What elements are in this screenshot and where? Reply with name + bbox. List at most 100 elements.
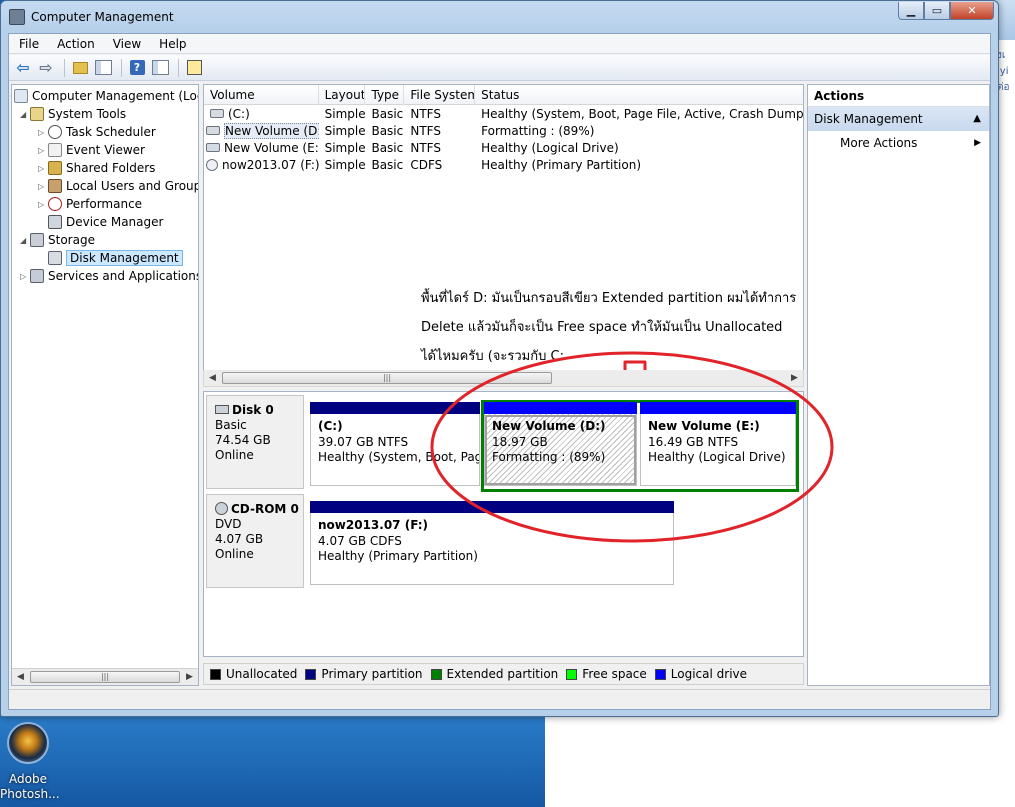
cd-rom-0-label[interactable]: CD-ROM 0 DVD 4.07 GB Online bbox=[206, 494, 304, 588]
partition-e[interactable]: New Volume (E:) 16.49 GB NTFS Healthy (L… bbox=[640, 402, 796, 486]
disk-size: 74.54 GB bbox=[215, 433, 271, 447]
forward-arrow-icon: ⇨ bbox=[39, 58, 53, 77]
tree-item-performance[interactable]: ▷ Performance bbox=[38, 195, 142, 213]
collapsed-arrow-icon[interactable]: ▷ bbox=[38, 196, 48, 214]
up-folder-button[interactable] bbox=[70, 58, 90, 78]
collapsed-arrow-icon[interactable]: ▷ bbox=[38, 124, 48, 142]
minimize-button[interactable]: ▁ bbox=[898, 2, 924, 20]
show-hide-tree-button[interactable] bbox=[93, 58, 113, 78]
expanded-arrow-icon[interactable]: ◢ bbox=[20, 232, 30, 250]
tree-item-computer-management[interactable]: Computer Management (Local bbox=[14, 87, 198, 105]
partition-c[interactable]: (C:) 39.07 GB NTFS Healthy (System, Boot… bbox=[310, 402, 480, 486]
partition-d[interactable]: New Volume (D:) 18.97 GB Formatting : (8… bbox=[484, 402, 637, 486]
expanded-arrow-icon[interactable]: ◢ bbox=[20, 106, 30, 124]
tree-item-label: Disk Management bbox=[66, 250, 183, 266]
tree-item-label: Event Viewer bbox=[66, 143, 145, 157]
tree-horizontal-scrollbar[interactable]: ◀ ||| ▶ bbox=[12, 668, 198, 685]
volume-layout: Simple bbox=[324, 141, 366, 155]
photoshop-icon bbox=[7, 722, 49, 764]
maximize-button[interactable]: ▭ bbox=[924, 2, 950, 20]
volume-file-system: NTFS bbox=[410, 124, 441, 138]
partition-f[interactable]: now2013.07 (F:) 4.07 GB CDFS Healthy (Pr… bbox=[310, 501, 674, 585]
volume-row-e[interactable]: New Volume (E:) Simple Basic NTFS Health… bbox=[204, 140, 803, 157]
volume-type: Basic bbox=[371, 107, 404, 121]
column-header-volume[interactable]: Volume bbox=[204, 85, 319, 105]
menu-file[interactable]: File bbox=[9, 37, 47, 51]
computer-icon bbox=[14, 89, 28, 103]
scroll-right-arrow-icon[interactable]: ▶ bbox=[786, 370, 803, 386]
legend-item-primary: Primary partition bbox=[305, 667, 423, 681]
tree-item-event-viewer[interactable]: ▷ Event Viewer bbox=[38, 141, 145, 159]
volume-file-system: NTFS bbox=[410, 141, 441, 155]
event-viewer-icon bbox=[48, 143, 62, 157]
title-bar[interactable]: Computer Management ▁ ▭ ✕ bbox=[1, 1, 998, 33]
more-actions-item[interactable]: More Actions ▶ bbox=[808, 131, 989, 155]
menu-view[interactable]: View bbox=[103, 37, 149, 51]
caption-buttons: ▁ ▭ ✕ bbox=[898, 2, 994, 20]
disk-type: Basic bbox=[215, 418, 247, 432]
more-actions-label: More Actions bbox=[840, 136, 918, 150]
disk-0-label[interactable]: Disk 0 Basic 74.54 GB Online bbox=[206, 395, 304, 489]
tree-item-services-applications[interactable]: ▷ Services and Applications bbox=[20, 267, 198, 286]
toolbar-separator bbox=[178, 58, 179, 77]
volume-status: Formatting : (89%) bbox=[481, 124, 595, 138]
tree-item-disk-management[interactable]: Disk Management bbox=[48, 249, 183, 267]
partition-name: (C:) bbox=[318, 419, 343, 433]
volume-type: Basic bbox=[371, 124, 404, 138]
menu-help[interactable]: Help bbox=[149, 37, 194, 51]
collapsed-arrow-icon[interactable]: ▷ bbox=[20, 268, 30, 286]
console-tree: Computer Management (Local ◢ System Tools… bbox=[11, 84, 199, 686]
column-header-type[interactable]: Type bbox=[365, 85, 405, 105]
client-area: File Action View Help ⇦ ⇨ ? Computer Man… bbox=[8, 33, 991, 710]
partition-status: Healthy (Logical Drive) bbox=[648, 450, 786, 464]
volume-list-horizontal-scrollbar[interactable]: ◀ ||| ▶ bbox=[203, 370, 804, 387]
disk-size: 4.07 GB bbox=[215, 532, 264, 546]
tree-item-task-scheduler[interactable]: ▷ Task Scheduler bbox=[38, 123, 156, 141]
volume-layout: Simple bbox=[324, 124, 366, 138]
back-button[interactable]: ⇦ bbox=[13, 58, 33, 78]
column-header-layout[interactable]: Layout bbox=[319, 85, 366, 105]
help-button[interactable]: ? bbox=[127, 58, 147, 78]
scroll-left-arrow-icon[interactable]: ◀ bbox=[12, 669, 29, 685]
toolbar-separator bbox=[121, 58, 122, 77]
disk-name: CD-ROM 0 bbox=[231, 502, 299, 516]
collapsed-arrow-icon[interactable]: ▷ bbox=[38, 178, 48, 196]
scroll-thumb[interactable]: ||| bbox=[222, 372, 552, 384]
tree-item-local-users-groups[interactable]: ▷ Local Users and Groups bbox=[38, 177, 198, 196]
scroll-thumb[interactable]: ||| bbox=[30, 671, 180, 683]
column-header-file-system[interactable]: File System bbox=[404, 85, 476, 105]
tree-item-device-manager[interactable]: Device Manager bbox=[48, 213, 163, 231]
volume-row-d[interactable]: New Volume (D:) Simple Basic NTFS Format… bbox=[204, 123, 803, 140]
disk-state: Online bbox=[215, 547, 254, 561]
collapse-up-icon[interactable]: ▲ bbox=[973, 107, 981, 131]
tree-item-shared-folders[interactable]: ▷ Shared Folders bbox=[38, 159, 155, 177]
actions-section-disk-management[interactable]: Disk Management ▲ bbox=[808, 107, 989, 131]
clock-icon bbox=[48, 125, 62, 139]
legend-swatch bbox=[566, 668, 578, 680]
logical-drive-bar bbox=[484, 402, 637, 414]
column-header-status[interactable]: Status bbox=[475, 85, 803, 105]
annotation-text: พื้นที่ไดร์ D: มันเป็นกรอบสีเขียว Extend… bbox=[421, 284, 801, 371]
volume-name: New Volume (E:) bbox=[224, 141, 319, 155]
collapsed-arrow-icon[interactable]: ▷ bbox=[38, 160, 48, 178]
tree-item-storage[interactable]: ◢ Storage bbox=[20, 231, 95, 249]
volume-row-c[interactable]: (C:) Simple Basic NTFS Healthy (System, … bbox=[204, 106, 803, 123]
scroll-left-arrow-icon[interactable]: ◀ bbox=[204, 370, 221, 386]
volume-row-f[interactable]: now2013.07 (F:) Simple Basic CDFS Health… bbox=[204, 157, 803, 174]
scroll-right-arrow-icon[interactable]: ▶ bbox=[181, 669, 198, 685]
disk-graphical-view: Disk 0 Basic 74.54 GB Online (C:) 39.07 … bbox=[203, 391, 804, 657]
forward-button[interactable]: ⇨ bbox=[36, 58, 56, 78]
desktop-icon-label: Adobe Photosh... bbox=[0, 772, 60, 801]
photoshop-desktop-shortcut[interactable]: Adobe Photosh... bbox=[0, 722, 60, 807]
show-hide-action-pane-button[interactable] bbox=[150, 58, 170, 78]
desktop bbox=[0, 715, 545, 807]
partition-name: New Volume (E:) bbox=[648, 419, 760, 433]
background-text: ต่อ bbox=[997, 82, 1010, 93]
performance-icon bbox=[48, 197, 62, 211]
menu-action[interactable]: Action bbox=[47, 37, 103, 51]
tree-item-system-tools[interactable]: ◢ System Tools bbox=[20, 105, 126, 123]
collapsed-arrow-icon[interactable]: ▷ bbox=[38, 142, 48, 160]
close-button[interactable]: ✕ bbox=[950, 2, 994, 20]
volume-icon bbox=[210, 109, 224, 118]
properties-button[interactable] bbox=[184, 58, 204, 78]
